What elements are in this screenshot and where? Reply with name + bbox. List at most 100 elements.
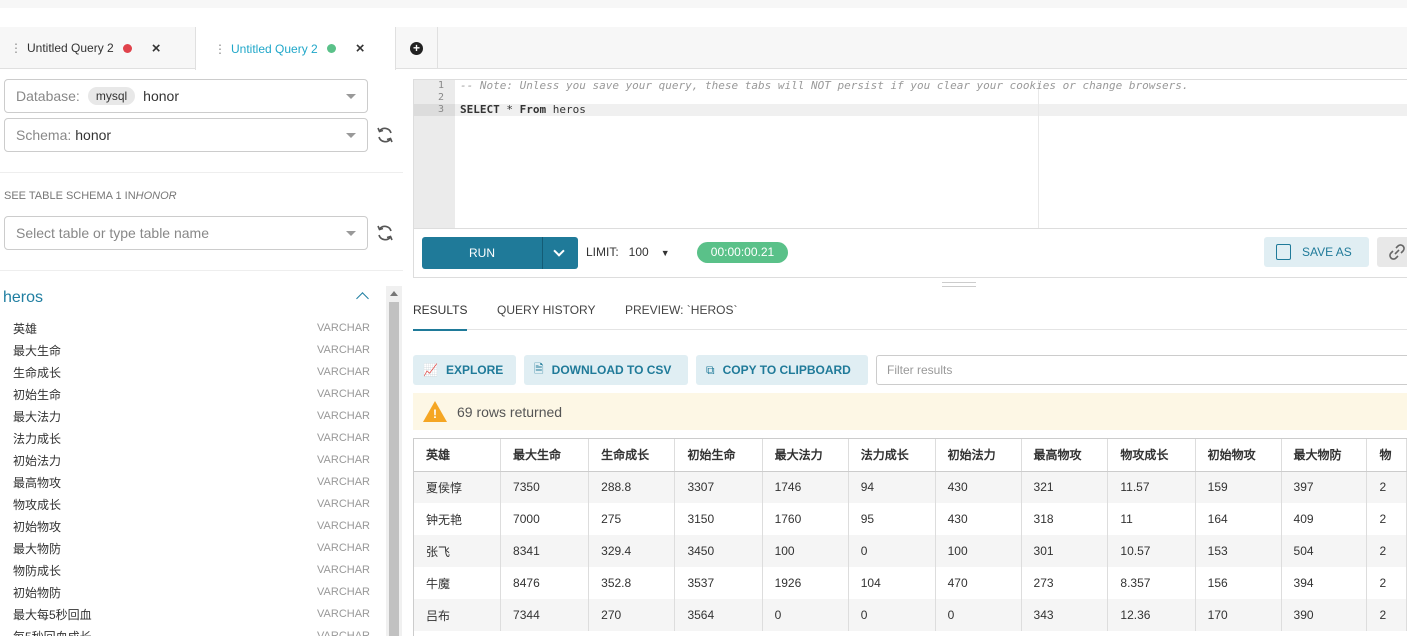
- column-header[interactable]: 英雄: [414, 439, 501, 471]
- column-list-item[interactable]: 最大生命VARCHAR: [0, 339, 380, 361]
- chevron-down-icon: [346, 94, 356, 99]
- tab-query-history[interactable]: QUERY HISTORY: [497, 303, 595, 317]
- run-button[interactable]: RUN: [422, 237, 578, 269]
- drag-handle-icon[interactable]: ⋮: [10, 41, 21, 55]
- resize-handle[interactable]: [942, 282, 976, 287]
- download-csv-button[interactable]: 🗎 DOWNLOAD TO CSV: [524, 355, 688, 385]
- schema-select[interactable]: Schema: honor: [4, 118, 368, 152]
- table-cell: 牛魔: [414, 567, 501, 599]
- column-header[interactable]: 生命成长: [589, 439, 675, 471]
- plus-circle-icon: +: [410, 42, 423, 55]
- scroll-up-arrow-icon[interactable]: [390, 291, 398, 296]
- copy-to-clipboard-button[interactable]: ⧉ COPY TO CLIPBOARD: [696, 355, 868, 385]
- code-query-line: SELECT * From heros: [460, 103, 586, 116]
- caret-down-icon: ▼: [661, 248, 670, 258]
- tab-preview[interactable]: PREVIEW: `HEROS`: [625, 303, 737, 317]
- column-header[interactable]: 初始法力: [935, 439, 1021, 471]
- tab-results[interactable]: RESULTS: [413, 303, 467, 331]
- chevron-down-icon[interactable]: [553, 245, 564, 256]
- warning-icon: !: [423, 401, 447, 422]
- filter-results-input[interactable]: Filter results: [876, 355, 1407, 385]
- column-list-item[interactable]: 最大物防VARCHAR: [0, 537, 380, 559]
- refresh-icon[interactable]: [375, 223, 395, 243]
- column-list-item[interactable]: 物攻成长VARCHAR: [0, 493, 380, 515]
- close-icon[interactable]: ×: [356, 40, 365, 57]
- save-as-label: SAVE AS: [1302, 245, 1352, 259]
- column-name: 初始生命: [13, 386, 61, 403]
- column-list-item[interactable]: 物防成长VARCHAR: [0, 559, 380, 581]
- table-name-heading[interactable]: heros: [3, 289, 43, 307]
- copy-link-button[interactable]: [1377, 237, 1407, 267]
- column-header[interactable]: 物攻成长: [1108, 439, 1195, 471]
- new-tab-button[interactable]: +: [396, 27, 438, 69]
- column-header[interactable]: 物: [1367, 439, 1407, 471]
- column-list-item[interactable]: 法力成长VARCHAR: [0, 427, 380, 449]
- table-row[interactable]: 夏侯惇7350288.8330717469443032111.571593972: [414, 471, 1407, 503]
- line-number: 1: [414, 80, 444, 91]
- table-cell: 430: [935, 471, 1021, 503]
- table-cell: 275: [589, 503, 675, 535]
- column-type: VARCHAR: [317, 586, 370, 598]
- database-select[interactable]: Database: mysql honor: [4, 79, 368, 113]
- column-list-item[interactable]: 最大每5秒回血VARCHAR: [0, 603, 380, 625]
- column-type: VARCHAR: [317, 454, 370, 466]
- sql-editor[interactable]: 1 2 3 -- Note: Unless you save your quer…: [413, 79, 1407, 228]
- column-list-item[interactable]: 英雄VARCHAR: [0, 317, 380, 339]
- table-cell: 张飞: [414, 535, 501, 567]
- column-list-item[interactable]: 初始生命 VARCHAR: [0, 383, 380, 405]
- scrollbar-thumb[interactable]: [389, 302, 399, 636]
- column-type: VARCHAR: [317, 388, 370, 400]
- sql-keyword-from: From: [520, 103, 547, 116]
- drag-handle-icon[interactable]: ⋮: [214, 42, 225, 56]
- copy-icon: ⧉: [706, 363, 715, 378]
- column-header[interactable]: 最大法力: [762, 439, 848, 471]
- explore-button[interactable]: 📈 EXPLORE: [413, 355, 516, 385]
- column-list-item[interactable]: 初始物攻VARCHAR: [0, 515, 380, 537]
- table-cell: 394: [1281, 567, 1367, 599]
- query-tab-2[interactable]: ⋮ Untitled Query 2 ×: [195, 27, 396, 70]
- limit-control[interactable]: LIMIT:100▼: [586, 245, 670, 259]
- save-as-button[interactable]: SAVE AS: [1264, 237, 1369, 267]
- results-grid[interactable]: 英雄最大生命生命成长初始生命最大法力法力成长初始法力最高物攻物攻成长初始物攻最大…: [413, 438, 1407, 636]
- column-name: 最大物防: [13, 540, 61, 557]
- table-select[interactable]: Select table or type table name: [4, 216, 368, 250]
- chevron-up-icon[interactable]: [356, 292, 369, 305]
- table-row[interactable]: 牛魔8476352.8353719261044702738.3571563942: [414, 567, 1407, 599]
- column-name: 每5秒回血成长: [13, 628, 92, 636]
- column-type: VARCHAR: [317, 410, 370, 422]
- column-list-item[interactable]: 初始法力VARCHAR: [0, 449, 380, 471]
- table-cell: 2: [1367, 535, 1407, 567]
- column-type: VARCHAR: [317, 476, 370, 488]
- column-header[interactable]: 最高物攻: [1021, 439, 1108, 471]
- table-row[interactable]: 吕布7344270356400034312.361703902: [414, 599, 1407, 631]
- column-header[interactable]: 初始物攻: [1195, 439, 1281, 471]
- table-cell: 10.57: [1108, 535, 1195, 567]
- query-tab-label: Untitled Query 2: [231, 42, 318, 56]
- table-row[interactable]: 张飞8341329.43450100010030110.571535042: [414, 535, 1407, 567]
- column-list-item[interactable]: 最大法力VARCHAR: [0, 405, 380, 427]
- column-list-item[interactable]: 每5秒回血成长VARCHAR: [0, 625, 380, 636]
- close-icon[interactable]: ×: [152, 40, 161, 57]
- run-split-divider: [542, 237, 543, 269]
- scrollbar[interactable]: [386, 286, 402, 636]
- table-row[interactable]: 钟无艳70002753150176095430318111644092: [414, 503, 1407, 535]
- column-header[interactable]: 初始生命: [675, 439, 762, 471]
- column-list-item[interactable]: 最高物攻 VARCHAR: [0, 471, 380, 493]
- query-tab-1[interactable]: ⋮ Untitled Query 2 ×: [0, 27, 195, 69]
- table-cell: 7344: [501, 599, 589, 631]
- column-type: VARCHAR: [317, 322, 370, 334]
- query-timer-badge: 00:00:00.21: [697, 242, 788, 263]
- table-cell: 159: [1195, 471, 1281, 503]
- column-header[interactable]: 最大物防: [1281, 439, 1367, 471]
- column-name: 最高物攻: [13, 474, 61, 491]
- column-list-item[interactable]: 生命成长VARCHAR: [0, 361, 380, 383]
- column-list-item[interactable]: 初始物防VARCHAR: [0, 581, 380, 603]
- refresh-icon[interactable]: [375, 125, 395, 145]
- table-cell: 0: [848, 599, 935, 631]
- column-name: 生命成长: [13, 364, 61, 381]
- table-cell: 430: [935, 503, 1021, 535]
- column-header[interactable]: 最大生命: [501, 439, 589, 471]
- table-cell: 7350: [501, 471, 589, 503]
- table-cell: 409: [1281, 503, 1367, 535]
- column-header[interactable]: 法力成长: [848, 439, 935, 471]
